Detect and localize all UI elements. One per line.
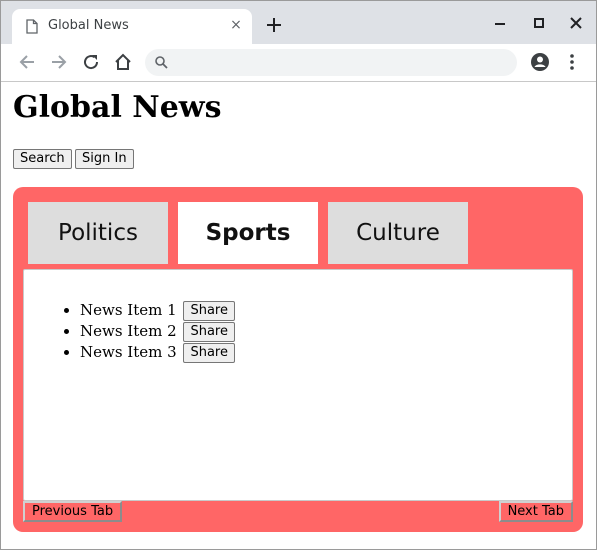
tab-content: News Item 1 Share News Item 2 Share News… (23, 269, 573, 501)
plus-icon[interactable] (264, 15, 284, 35)
maximize-icon[interactable] (531, 15, 547, 31)
share-button[interactable]: Share (183, 343, 235, 363)
news-item-label: News Item 2 (80, 322, 177, 340)
page-title: Global News (13, 90, 222, 125)
reload-icon[interactable] (81, 52, 101, 72)
menu-icon[interactable] (564, 52, 580, 72)
close-icon[interactable]: × (228, 17, 244, 33)
previous-tab-button[interactable]: Previous Tab (23, 501, 123, 522)
tab-title: Global News (48, 18, 129, 33)
news-item-label: News Item 1 (80, 301, 177, 319)
forward-icon[interactable] (49, 52, 69, 72)
share-button[interactable]: Share (183, 322, 235, 342)
close-window-icon[interactable] (568, 15, 584, 31)
profile-icon[interactable] (530, 52, 550, 72)
list-item: News Item 1 Share (80, 300, 235, 321)
news-list: News Item 1 Share News Item 2 Share News… (24, 300, 235, 363)
title-bar: Global News × (1, 1, 596, 44)
page-content: Global News Search Sign In Politics Spor… (1, 82, 596, 549)
document-icon (26, 19, 38, 34)
news-item-label: News Item 3 (80, 343, 177, 361)
browser-window: Global News × Global News Search Sign In… (0, 0, 597, 550)
address-bar[interactable] (145, 49, 517, 76)
next-tab-button[interactable]: Next Tab (498, 501, 573, 522)
browser-toolbar (1, 44, 596, 82)
news-tabs-panel: Politics Sports Culture News Item 1 Shar… (13, 187, 583, 532)
sign-in-button[interactable]: Sign In (75, 149, 134, 169)
minimize-icon[interactable] (492, 15, 508, 31)
home-icon[interactable] (113, 52, 133, 72)
list-item: News Item 3 Share (80, 342, 235, 363)
search-icon (155, 56, 168, 69)
search-button[interactable]: Search (13, 149, 72, 169)
tab-culture[interactable]: Culture (328, 202, 468, 264)
browser-tab[interactable]: Global News × (12, 9, 252, 44)
tab-politics[interactable]: Politics (28, 202, 168, 264)
share-button[interactable]: Share (183, 301, 235, 321)
back-icon[interactable] (17, 52, 37, 72)
list-item: News Item 2 Share (80, 321, 235, 342)
tab-sports[interactable]: Sports (178, 202, 318, 264)
